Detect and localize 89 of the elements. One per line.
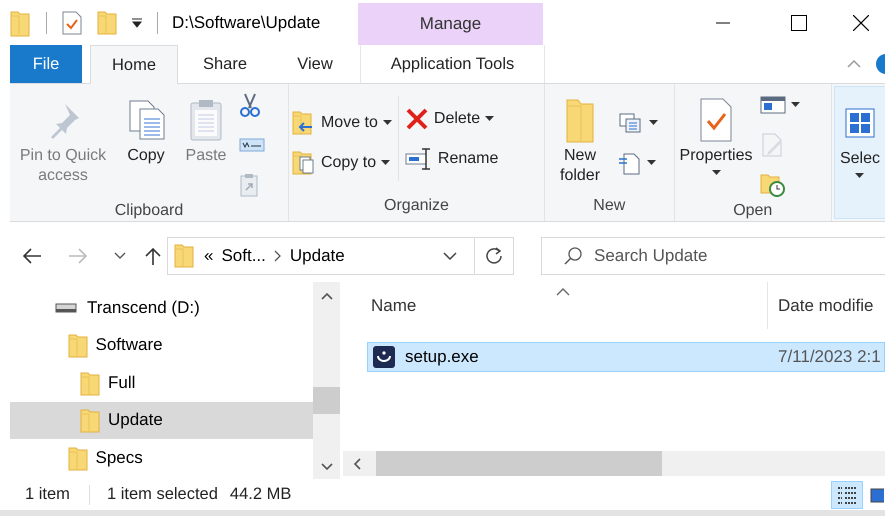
window-title: D:\Software\Update — [172, 12, 320, 32]
drive-icon — [55, 302, 77, 314]
dropdown-icon[interactable] — [442, 252, 456, 260]
window-icon — [760, 95, 786, 115]
selection-info: 1 item selected — [106, 485, 218, 504]
breadcrumb[interactable]: Update — [290, 246, 345, 266]
view-button[interactable] — [831, 480, 863, 508]
scroll-left-icon — [353, 458, 361, 470]
customize-icon[interactable] — [131, 16, 143, 28]
clipboard-icon — [188, 98, 224, 142]
back-icon[interactable] — [22, 247, 42, 265]
item-count: 1 item — [25, 485, 70, 504]
minimize-icon — [716, 22, 730, 24]
folder-icon — [68, 444, 88, 471]
ribbon-tab[interactable]: Home — [90, 45, 178, 84]
address-field[interactable]: « Soft... Update — [167, 237, 514, 275]
folder-icon — [68, 332, 88, 358]
up-icon[interactable] — [143, 247, 163, 265]
folder-pages-icon — [292, 148, 316, 176]
dropdown-icon — [649, 120, 658, 126]
group-label: New — [592, 196, 626, 216]
group-label: Organize — [383, 196, 450, 216]
ribbon-button[interactable]: Delete — [404, 104, 498, 134]
tree-item[interactable]: Transcend (D:) — [10, 289, 313, 326]
selection-size: 44.2 MB — [230, 485, 292, 504]
refresh-icon[interactable] — [485, 247, 503, 265]
shortcut-icon — [239, 173, 259, 197]
overflow-mark[interactable]: « — [204, 246, 214, 266]
dropdown-icon — [381, 160, 390, 166]
ribbon-button[interactable]: Selec — [838, 93, 882, 183]
breadcrumb[interactable]: Soft... — [221, 246, 266, 266]
search-field[interactable]: Search Update — [541, 237, 885, 275]
search-icon — [564, 247, 582, 265]
ribbon-button[interactable]: Copy to — [292, 148, 392, 178]
ribbon-tab[interactable]: Share — [180, 45, 270, 83]
folder-icon — [174, 242, 196, 270]
group-label: Clipboard — [114, 201, 184, 221]
ribbon-button[interactable]: Copy — [119, 90, 173, 170]
column-header[interactable]: Name — [343, 282, 767, 329]
ribbon-button[interactable]: Move to — [292, 108, 392, 138]
close-icon — [853, 14, 869, 30]
ribbon-button[interactable]: New folder — [548, 90, 612, 190]
tree-item[interactable]: Specs — [10, 439, 313, 476]
contextual-tab-header: Manage — [358, 3, 543, 45]
sort-icon — [556, 288, 570, 296]
large-icons-view-icon — [870, 486, 884, 502]
scroll-up-icon — [320, 292, 332, 300]
delete-icon — [404, 106, 429, 130]
details-view-icon — [837, 486, 857, 504]
scroll-down-icon — [320, 463, 332, 471]
ribbon-button[interactable]: Rename — [404, 144, 498, 174]
help-icon[interactable] — [875, 53, 885, 75]
column-header[interactable]: Date modifie — [767, 282, 874, 329]
dropdown-icon — [791, 102, 800, 108]
select-grid-icon — [844, 108, 875, 138]
folder-icon — [80, 370, 100, 396]
edit-icon — [760, 132, 784, 158]
app-icon — [372, 345, 396, 369]
properties-icon[interactable] — [61, 10, 83, 36]
collapse-ribbon-icon[interactable] — [847, 60, 861, 68]
rename-icon — [404, 146, 433, 170]
ribbon-button[interactable]: Properties — [678, 90, 754, 180]
scrollbar-thumb[interactable] — [376, 451, 662, 476]
tree-item[interactable]: Full — [10, 364, 313, 402]
scrollbar[interactable] — [313, 282, 340, 479]
tree-item[interactable]: Update — [10, 402, 313, 439]
scrollbar-thumb[interactable] — [313, 387, 340, 414]
path-icon — [239, 136, 265, 154]
folder-icon — [80, 407, 100, 434]
easy-access-icon — [618, 150, 642, 174]
ribbon-tab[interactable]: File — [10, 45, 82, 83]
history-icon — [760, 172, 786, 198]
dropdown-icon — [485, 116, 494, 122]
properties-icon — [698, 97, 734, 143]
dropdown-icon — [855, 173, 864, 179]
dropdown-icon — [647, 160, 656, 166]
maximize-icon — [791, 14, 807, 30]
scissors-icon — [239, 92, 261, 118]
file-name: setup.exe — [405, 347, 479, 367]
date-cell-text: 7/11/2023 2:1 — [777, 347, 881, 367]
scrollbar[interactable] — [343, 451, 885, 476]
ribbon-tab[interactable]: View — [270, 45, 360, 83]
file-row[interactable]: setup.exe 7/11/2023 2:1 — [367, 342, 885, 372]
chevron-icon — [274, 250, 282, 262]
recent-locations-icon[interactable] — [114, 252, 126, 260]
dropdown-icon — [382, 120, 392, 126]
dropdown-icon — [712, 170, 720, 176]
tree-item[interactable]: Software — [10, 326, 313, 364]
group-label: Open — [732, 201, 774, 221]
